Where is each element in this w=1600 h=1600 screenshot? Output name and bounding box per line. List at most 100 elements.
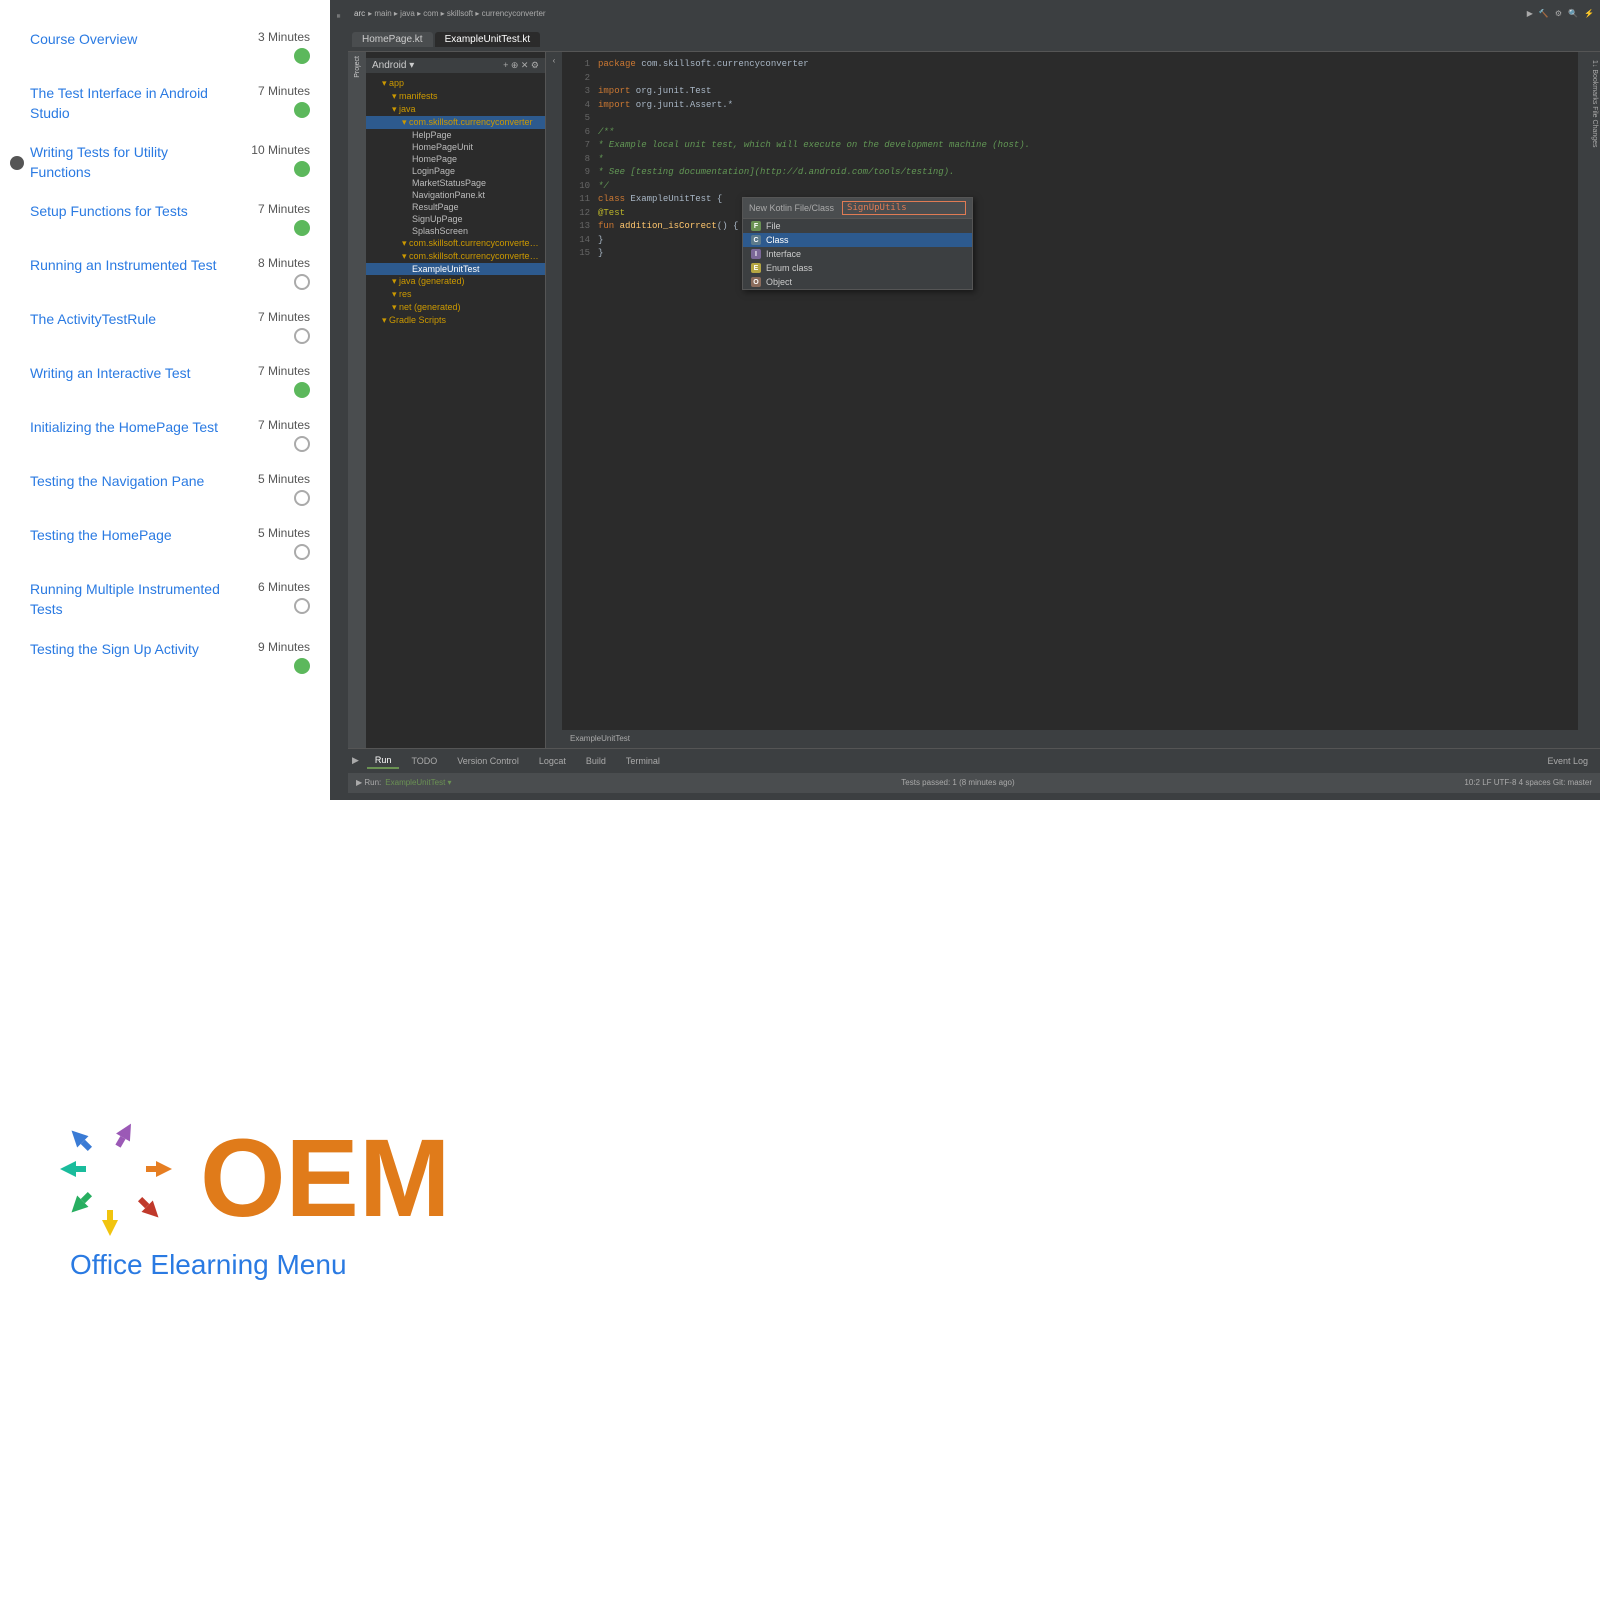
autocomplete-item-file[interactable]: F File (743, 219, 972, 233)
sidebar-item-course-overview[interactable]: Course Overview3 Minutes (30, 20, 310, 74)
code-line-8: 8 * (570, 153, 1570, 167)
object-icon: O (751, 277, 761, 287)
autocomplete-item-interface[interactable]: I Interface (743, 247, 972, 261)
autocomplete-input[interactable] (842, 201, 966, 215)
sidebar-item-status-interactive-test (294, 382, 310, 398)
sidebar-item-interactive-test[interactable]: Writing an Interactive Test7 Minutes (30, 354, 310, 408)
tree-item[interactable]: ▾ java (366, 103, 545, 116)
sidebar-item-duration-writing-tests: 10 Minutes (251, 143, 310, 157)
sidebar-item-title-activity-test-rule: The ActivityTestRule (30, 310, 220, 330)
logo-container: OEM Office Elearning Menu (60, 1119, 451, 1281)
ide-tab-exampleunit[interactable]: ExampleUnitTest.kt (435, 32, 541, 47)
sidebar-item-instrumented-test[interactable]: Running an Instrumented Test8 Minutes (30, 246, 310, 300)
code-line-11: 11 class ExampleUnitTest { (570, 193, 1570, 207)
tree-item[interactable]: ExampleUnitTest (366, 263, 545, 275)
file-icon: F (751, 221, 761, 231)
editor-footer: ExampleUnitTest (562, 730, 1578, 748)
sidebar-item-signup-activity[interactable]: Testing the Sign Up Activity 9 Minutes (30, 630, 310, 684)
project-tab[interactable]: Project (354, 56, 361, 78)
sidebar-item-status-homepage-test (294, 436, 310, 452)
bottom-tab-build[interactable]: Build (578, 754, 614, 768)
tree-item[interactable]: ▾ Gradle Scripts (366, 314, 545, 327)
sidebar-item-status-instrumented-test (294, 274, 310, 290)
code-line-12: 12 @Test (570, 207, 1570, 221)
tree-item[interactable]: ▾ manifests (366, 90, 545, 103)
sidebar-item-title-instrumented-test: Running an Instrumented Test (30, 256, 220, 276)
code-line-5: 5 (570, 112, 1570, 126)
sidebar-item-status-course-overview (294, 48, 310, 64)
ide-right-panel: 1↓ Bookmarks File Changes (1578, 52, 1600, 748)
sidebar-item-test-interface[interactable]: The Test Interface in Android Studio7 Mi… (30, 74, 310, 133)
ide-tabs-bar: HomePage.kt ExampleUnitTest.kt (348, 27, 1600, 52)
tree-item[interactable]: ▾ res (366, 288, 545, 301)
sidebar-item-multiple-tests[interactable]: Running Multiple Instrumented Tests6 Min… (30, 570, 310, 629)
tree-item[interactable]: ▾ java (generated) (366, 275, 545, 288)
sidebar-item-duration-signup-activity: 9 Minutes (258, 640, 310, 654)
bottom-tab-version[interactable]: Version Control (449, 754, 527, 768)
logo-top: OEM (60, 1119, 451, 1239)
oem-text-container: OEM (200, 1124, 451, 1234)
tree-item[interactable]: ▾ com.skillsoft.currencyconverter (test) (366, 250, 545, 263)
tree-collapse-strip[interactable]: ‹ (546, 52, 562, 748)
class-icon: C (751, 235, 761, 245)
oem-letter-o: OEM (200, 1124, 451, 1234)
sidebar-item-homepage-test[interactable]: Initializing the HomePage Test 7 Minutes (30, 408, 310, 462)
autocomplete-label-file: File (766, 221, 781, 231)
tree-item[interactable]: NavigationPane.kt (366, 189, 545, 201)
sidebar-item-status-writing-tests (294, 161, 310, 177)
bottom-tab-run[interactable]: Run (367, 753, 400, 769)
sidebar-item-homepage[interactable]: Testing the HomePage5 Minutes (30, 516, 310, 570)
tree-item[interactable]: HomePage (366, 153, 545, 165)
code-editor[interactable]: 1 package com.skillsoft.currencyconverte… (562, 52, 1578, 748)
rpanel-file-changes[interactable]: 1↓ Bookmarks File Changes (1578, 56, 1600, 152)
autocomplete-item-enum[interactable]: E Enum class (743, 261, 972, 275)
sidebar-item-activity-test-rule[interactable]: The ActivityTestRule7 Minutes (30, 300, 310, 354)
tree-item[interactable]: ▾ com.skillsoft.currencyconverter (andro… (366, 237, 545, 250)
ide-main: arc ▸ main ▸ java ▸ com ▸ skillsoft ▸ cu… (348, 0, 1600, 800)
arrow-cluster (60, 1119, 180, 1239)
code-line-9: 9 * See [testing documentation](http://d… (570, 166, 1570, 180)
autocomplete-dropdown[interactable]: New Kotlin File/Class F File C Class (742, 197, 973, 290)
sidebar-item-title-homepage: Testing the HomePage (30, 526, 220, 546)
sidebar-item-title-setup-functions: Setup Functions for Tests (30, 202, 220, 222)
sidebar-item-setup-functions[interactable]: Setup Functions for Tests 7 Minutes (30, 192, 310, 246)
sidebar-item-title-signup-activity: Testing the Sign Up Activity (30, 640, 220, 660)
oem-logo-arrows (60, 1119, 180, 1239)
sidebar-item-title-homepage-test: Initializing the HomePage Test (30, 418, 220, 438)
sidebar-item-title-test-interface: The Test Interface in Android Studio (30, 84, 220, 123)
tree-item[interactable]: ResultPage (366, 201, 545, 213)
enum-icon: E (751, 263, 761, 273)
sidebar-item-nav-pane[interactable]: Testing the Navigation Pane5 Minutes (30, 462, 310, 516)
tree-item[interactable]: LoginPage (366, 165, 545, 177)
autocomplete-item-object[interactable]: O Object (743, 275, 972, 289)
sidebar-item-duration-multiple-tests: 6 Minutes (258, 580, 310, 594)
ide-tab-homepage[interactable]: HomePage.kt (352, 32, 433, 47)
oem-tagline: Office Elearning Menu (70, 1249, 347, 1281)
tree-item[interactable]: SplashScreen (366, 225, 545, 237)
bottom-tab-terminal[interactable]: Terminal (618, 754, 668, 768)
tree-item[interactable]: HomePageUnit (366, 141, 545, 153)
tree-item[interactable]: SignUpPage (366, 213, 545, 225)
tree-item[interactable]: ▾ net (generated) (366, 301, 545, 314)
autocomplete-item-class[interactable]: C Class (743, 233, 972, 247)
ide-toolbar: arc ▸ main ▸ java ▸ com ▸ skillsoft ▸ cu… (348, 0, 1600, 27)
sidebar-item-status-signup-activity (294, 658, 310, 674)
ide-side-strip-left: Project (348, 52, 366, 748)
editor-info: 10:2 LF UTF-8 4 spaces Git: master (1464, 778, 1592, 787)
sidebar-item-duration-homepage-test: 7 Minutes (258, 418, 310, 432)
tree-item[interactable]: HelpPage (366, 129, 545, 141)
tree-item[interactable]: ▾ com.skillsoft.currencyconverter (366, 116, 545, 129)
tree-item[interactable]: MarketStatusPage (366, 177, 545, 189)
bottom-tab-eventlog[interactable]: Event Log (1539, 754, 1596, 768)
ide-body: Project Android ▾ + ⊕ ✕ ⚙ ▾ app▾ manifes… (348, 52, 1600, 748)
sidebar-item-duration-setup-functions: 7 Minutes (258, 202, 310, 216)
sidebar-item-title-interactive-test: Writing an Interactive Test (30, 364, 220, 384)
bottom-tab-logcat[interactable]: Logcat (531, 754, 574, 768)
autocomplete-title: New Kotlin File/Class (749, 203, 834, 213)
code-line-3: 3 import org.junit.Test (570, 85, 1570, 99)
autocomplete-label-class: Class (766, 235, 789, 245)
run-config-name: ExampleUnitTest ▾ (385, 778, 451, 787)
bottom-tab-todo[interactable]: TODO (403, 754, 445, 768)
sidebar-item-writing-tests[interactable]: Writing Tests for Utility Functions10 Mi… (30, 133, 310, 192)
tree-item[interactable]: ▾ app (366, 77, 545, 90)
